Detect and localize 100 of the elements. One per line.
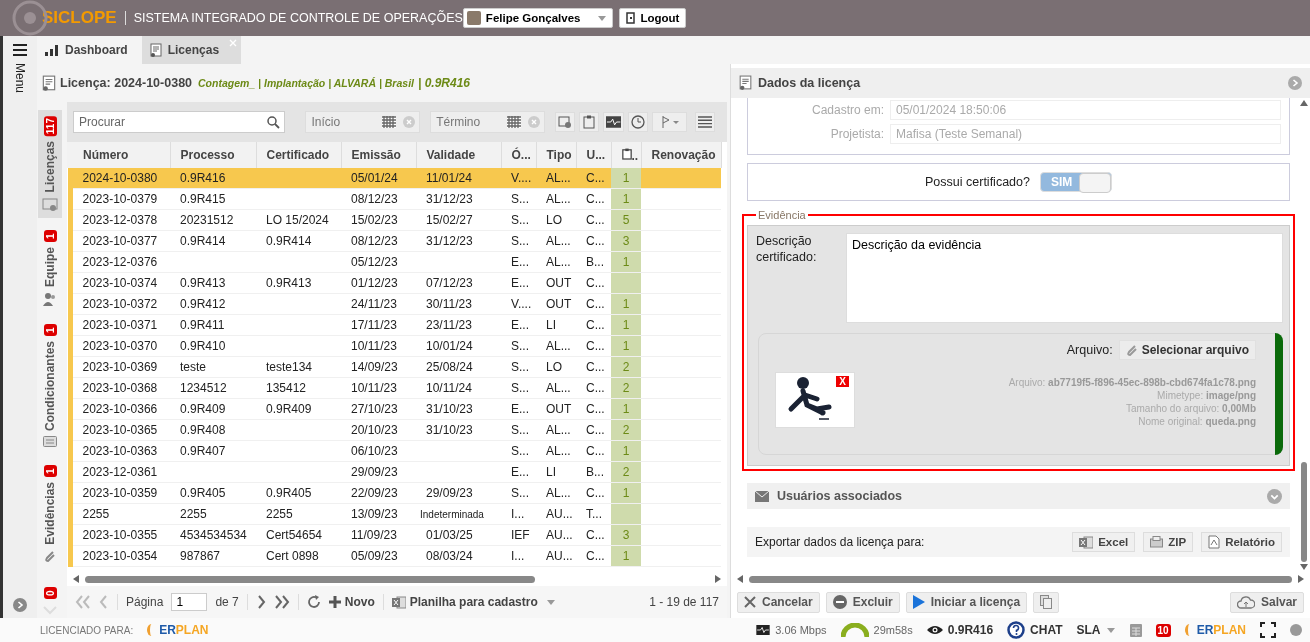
user-menu-button[interactable]: Felipe Gonçalves: [462, 8, 614, 28]
side-tab[interactable]: 1 Evidências: [38, 458, 62, 570]
pdf-export-button[interactable]: Relatório: [1201, 532, 1282, 552]
table-row[interactable]: 2023-10-0372 0.9R412 24/11/23 30/11/23 V.... OUT C... 1: [70, 293, 721, 315]
remove-button[interactable]: X: [836, 376, 849, 387]
table-row[interactable]: 2023-10-0379 0.9R415 08/12/23 31/12/23 S... AL... C... 1: [70, 188, 721, 210]
avatar-icon: [466, 11, 481, 25]
column-header[interactable]: Ó...: [501, 142, 536, 168]
company-logo: ERPLAN: [1184, 623, 1246, 637]
eye-icon: [926, 625, 943, 635]
table-cell: 10/11/23: [341, 335, 416, 357]
pulse-icon: [756, 625, 771, 635]
table-cell: 0.9R409: [170, 398, 256, 420]
column-header[interactable]: Certificado: [256, 142, 341, 168]
column-header[interactable]: Número: [70, 142, 170, 168]
tab[interactable]: Dashboard: [37, 36, 142, 64]
scroll-left-icon[interactable]: [73, 575, 79, 583]
new-button[interactable]: Novo: [328, 595, 375, 609]
table-row[interactable]: 2023-10-0371 0.9R411 17/11/23 23/11/23 E... LI C... 1: [70, 314, 721, 336]
column-header[interactable]: ..: [611, 142, 641, 168]
column-header[interactable]: Tipo: [536, 142, 576, 168]
side-tab[interactable]: 117 Licenças: [38, 110, 62, 218]
pulse-icon: [606, 116, 622, 128]
calendar-filter-button[interactable]: [555, 112, 575, 132]
column-header[interactable]: Processo: [170, 142, 256, 168]
clipboard-button[interactable]: [579, 112, 599, 132]
menu-label[interactable]: Menu: [13, 63, 27, 94]
cancel-button[interactable]: Cancelar: [737, 591, 820, 613]
table-row[interactable]: 2255 2255 2255 13/09/23 Indeterminada I... AU... T...: [70, 503, 721, 525]
scrollbar-thumb[interactable]: [1301, 462, 1307, 562]
spreadsheet-icon: [1079, 535, 1094, 549]
scroll-right-icon[interactable]: [715, 575, 721, 583]
caret-icon[interactable]: [545, 598, 556, 606]
excel-export-button[interactable]: Excel: [1072, 532, 1136, 552]
table-cell: 2023-12-0378: [70, 209, 170, 231]
chat-button[interactable]: CHAT: [1007, 621, 1063, 639]
paperclip-icon: [1125, 343, 1138, 357]
logout-button[interactable]: Logout: [619, 8, 687, 28]
scroll-right-icon[interactable]: [1298, 575, 1304, 583]
side-tab[interactable]: 1 Condicionantes: [38, 317, 62, 453]
fullscreen-icon[interactable]: [1260, 622, 1276, 638]
table-row[interactable]: 2023-12-0378 20231512 LO 15/2024 15/02/23 15/02/27 S... LO C... 5: [70, 209, 721, 231]
page-field[interactable]: 1: [171, 593, 208, 611]
spreadsheet-button[interactable]: Planilha para cadastro: [391, 595, 538, 609]
column-header[interactable]: Validade: [416, 142, 501, 168]
save-button[interactable]: Salvar: [1229, 591, 1304, 613]
table-cell: E...: [501, 398, 536, 420]
scrollbar-thumb[interactable]: [85, 575, 535, 583]
side-tab[interactable]: 1 Equipe: [38, 223, 62, 312]
menu-button[interactable]: [13, 44, 27, 59]
sla-dropdown[interactable]: SLA: [1076, 623, 1116, 637]
scroll-left-icon[interactable]: [737, 575, 743, 583]
column-header[interactable]: Renovação: [641, 142, 721, 168]
table-row[interactable]: 2023-10-0366 0.9R409 0.9R409 27/10/23 31/10/23 E... OUT C... 1: [70, 398, 721, 420]
clock-button[interactable]: [628, 112, 649, 132]
tab[interactable]: Licenças: [141, 36, 242, 64]
table-row[interactable]: 2023-10-0354 987867 Cert 0898 05/09/23 08/03/24 I... AU... C... 1: [70, 545, 721, 567]
users-accordion[interactable]: Usuários associados: [747, 483, 1290, 509]
scroll-down-icon[interactable]: [1300, 564, 1308, 570]
table-row[interactable]: 2023-10-0374 0.9R413 0.9R413 01/12/23 07/12/23 E... OUT C...: [70, 272, 721, 294]
search-field[interactable]: Procurar: [73, 111, 286, 133]
table-row[interactable]: 2023-10-0369 teste teste134 14/09/23 25/08/24 S... LO C... 2: [70, 356, 721, 378]
calculator-icon[interactable]: [1129, 623, 1142, 637]
column-header[interactable]: Emissão: [341, 142, 416, 168]
table-cell: 06/10/23: [341, 440, 416, 462]
table-cell: 987867: [170, 545, 256, 567]
table-row[interactable]: 2023-12-0376 05/12/23 E... AL... B... 1: [70, 251, 721, 273]
table-row[interactable]: 2023-10-0377 0.9R414 0.9R414 08/12/23 31/12/23 S... AL... C... 3: [70, 230, 721, 252]
column-header[interactable]: U...: [576, 142, 611, 168]
table-cell: 08/12/23: [341, 188, 416, 210]
copy-button[interactable]: [1033, 591, 1060, 613]
cloud-upload-icon: [1236, 595, 1255, 609]
refresh-icon[interactable]: [306, 595, 321, 609]
table-row[interactable]: 2023-10-0359 0.9R405 0.9R405 22/09/23 29/09/23 S... AL... C... 1: [70, 482, 721, 504]
table-row[interactable]: 2023-10-0368 1234512 135412 10/11/23 10/11/24 S... AL... C... 2: [70, 377, 721, 399]
table-row[interactable]: 2023-10-0363 0.9R407 06/10/23 S... AL... C... 1: [70, 440, 721, 462]
table-row[interactable]: 2023-10-0355 4534534534 Cert54654 11/09/23 01/03/25 IEF AU... C... 3: [70, 524, 721, 546]
table-cell: 25/08/24: [416, 356, 501, 378]
start-button[interactable]: Iniciar a licença: [905, 591, 1028, 613]
list-menu-button[interactable]: [695, 112, 715, 132]
pulse-button[interactable]: [603, 112, 625, 132]
table-row[interactable]: 2023-10-0365 0.9R408 20/10/23 31/10/23 S... AL... C... 2: [70, 419, 721, 441]
table-cell: V....: [501, 168, 536, 189]
spreadsheet-icon: [391, 595, 406, 609]
notification-badge[interactable]: 10: [1155, 623, 1171, 637]
last-page-icon[interactable]: [273, 595, 290, 609]
select-file-button[interactable]: Selecionar arquivo: [1118, 340, 1256, 360]
table-row[interactable]: 2024-10-0380 0.9R416 05/01/24 11/01/24 V.... AL... C... 1: [70, 168, 721, 189]
field-label: Descrição certificado:: [756, 233, 818, 266]
delete-button[interactable]: Excluir: [825, 591, 900, 613]
scroll-up-icon[interactable]: [1300, 100, 1308, 106]
table-cell: 2024-10-0380: [70, 168, 170, 189]
viewing-record: 0.9R416: [926, 623, 994, 637]
next-page-icon[interactable]: [255, 595, 266, 609]
table-row[interactable]: 2023-12-0361 29/09/23 E... LI B... 2: [70, 461, 721, 483]
scrollbar-thumb[interactable]: [749, 575, 1292, 583]
zip-export-button[interactable]: ZIP: [1143, 532, 1194, 552]
flag-dropdown-button[interactable]: [652, 112, 687, 132]
description-field[interactable]: Descrição da evidência: [846, 233, 1283, 323]
table-row[interactable]: 2023-10-0370 0.9R410 10/11/23 10/01/24 S... AL... C... 1: [70, 335, 721, 357]
